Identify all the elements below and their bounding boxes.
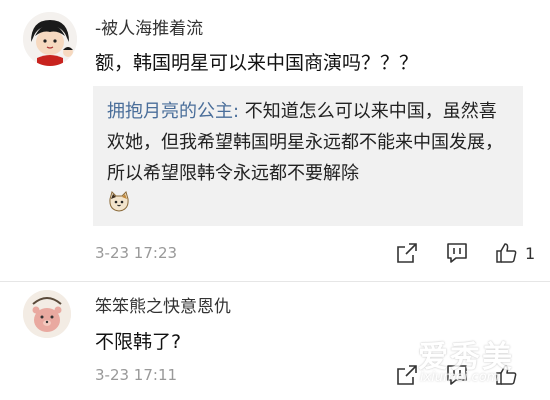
username[interactable]: -被人海推着流 <box>95 14 203 39</box>
quoted-reply[interactable]: 拥抱月亮的公主: 不知道怎么可以来中国，虽然喜欢她，但我希望韩国明星永远都不能来… <box>93 86 523 226</box>
like-button[interactable]: 1 <box>495 240 535 266</box>
cat-face-emoji-icon <box>107 190 131 214</box>
share-button[interactable] <box>395 240 419 266</box>
cartoon-bear-avatar-icon <box>23 290 71 338</box>
comment-item: -被人海推着流 额，韩国明星可以来中国商演吗？？？ 拥抱月亮的公主: 不知道怎么… <box>0 0 550 282</box>
comment-feed: -被人海推着流 额，韩国明星可以来中国商演吗？？？ 拥抱月亮的公主: 不知道怎么… <box>0 0 550 400</box>
username[interactable]: 笨笨熊之快意恩仇 <box>95 292 231 317</box>
avatar[interactable] <box>23 12 77 66</box>
reply-button[interactable] <box>445 240 469 266</box>
watermark-url: ixiumei.com <box>420 370 500 385</box>
cartoon-avatar-icon <box>23 12 77 66</box>
reply-body: 拥抱月亮的公主: 不知道怎么可以来中国，虽然喜欢她，但我希望韩国明星永远都不能来… <box>107 96 512 189</box>
reply-author[interactable]: 拥抱月亮的公主: <box>107 101 239 122</box>
timestamp: 3-23 17:11 <box>95 366 178 384</box>
comment-icon <box>447 243 467 263</box>
comment-text: 不限韩了? <box>95 331 182 353</box>
share-icon <box>397 243 417 263</box>
watermark: 爱秀美 ixiumei.com <box>416 332 536 392</box>
timestamp: 3-23 17:23 <box>95 244 178 262</box>
like-count: 1 <box>525 243 536 263</box>
like-icon <box>496 243 517 263</box>
comment-meta: 3-23 17:23 1 <box>95 240 535 268</box>
avatar[interactable] <box>23 290 71 338</box>
comment-text: 额，韩国明星可以来中国商演吗？？？ <box>95 52 419 74</box>
